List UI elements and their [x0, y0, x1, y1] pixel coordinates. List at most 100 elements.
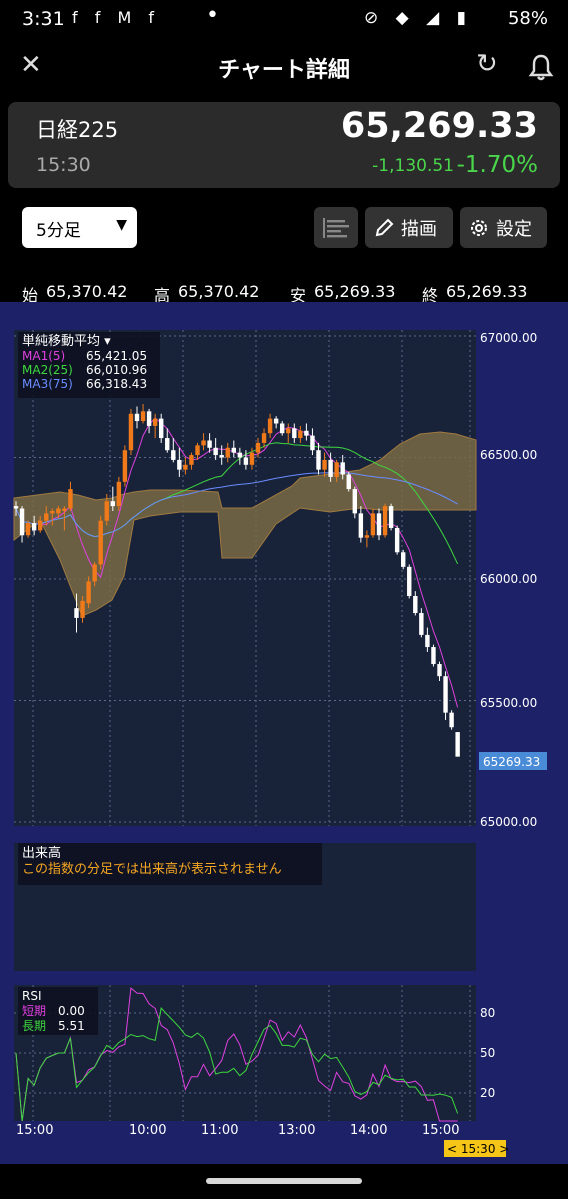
- candle-body: [165, 438, 170, 451]
- time-label-6: 15:00: [422, 1123, 459, 1138]
- signal-icons: ⊘ ◆ ◢ ▮: [364, 8, 472, 28]
- candle-body: [19, 508, 25, 536]
- chart-type-button[interactable]: [314, 207, 358, 248]
- settings-button[interactable]: 設定: [460, 207, 547, 248]
- ma2-value: 66,010.96: [86, 363, 147, 377]
- rsi-long-value: 5.51: [58, 1019, 85, 1033]
- notification-icons: f f M f: [72, 8, 160, 27]
- price-tick-4: 65500.00: [480, 696, 537, 710]
- rsi-long-label: 長期: [22, 1019, 46, 1033]
- candle-body: [74, 608, 79, 618]
- candle-body: [171, 450, 176, 460]
- current-price-label: 65269.33: [483, 755, 540, 769]
- candle-body: [13, 506, 19, 509]
- reload-icon[interactable]: ↻: [476, 49, 498, 79]
- battery-percent: 58%: [507, 8, 548, 29]
- open-value: 65,370.42: [46, 282, 128, 301]
- app-bar: ✕ チャート詳細 ↻: [0, 40, 568, 96]
- candle-body: [376, 513, 382, 536]
- candle-body: [358, 513, 364, 538]
- candle-body: [44, 513, 49, 521]
- candle-body: [213, 447, 218, 456]
- candle-body: [286, 428, 291, 434]
- time-label-3: 11:00: [201, 1123, 238, 1138]
- candle-body: [38, 520, 43, 531]
- candle-body: [261, 433, 267, 443]
- candle-body: [388, 506, 394, 528]
- candle-body: [443, 676, 448, 713]
- time-label-1: 15:00: [16, 1123, 53, 1138]
- bell-icon[interactable]: [526, 52, 556, 82]
- draw-button[interactable]: 描画: [365, 207, 453, 248]
- candle-body: [364, 535, 370, 538]
- chart-area[interactable]: 単純移動平均 ▾ MA1(5) 65,421.05 MA2(25) 66,010…: [0, 302, 568, 1164]
- chart-svg[interactable]: 単純移動平均 ▾ MA1(5) 65,421.05 MA2(25) 66,010…: [0, 302, 568, 1164]
- ma1-value: 65,421.05: [86, 349, 147, 363]
- quote-panel: 日経225 15:30 65,269.33 -1,130.51 -1.70%: [8, 102, 560, 188]
- candle-body: [370, 513, 376, 536]
- candle-body: [280, 423, 285, 434]
- candle-body: [310, 435, 315, 451]
- candle-body: [68, 489, 73, 509]
- index-name: 日経225: [36, 118, 119, 142]
- candle-body: [255, 442, 261, 453]
- interval-label: 5分足: [36, 221, 81, 241]
- candle-body: [225, 447, 230, 458]
- status-time: 3:31: [22, 8, 65, 30]
- volume-title: 出来高: [22, 845, 61, 861]
- candle-body: [159, 418, 164, 439]
- interval-select[interactable]: 5分足 ▼: [22, 207, 137, 248]
- candle-body: [183, 464, 188, 470]
- dropdown-arrow-icon: ▼: [116, 217, 127, 233]
- candle-body: [122, 450, 128, 482]
- candle-body: [177, 459, 182, 470]
- candle-body: [304, 430, 309, 436]
- candle-body: [292, 428, 297, 439]
- candle-body: [152, 418, 158, 426]
- price-tick-1: 67000.00: [480, 331, 537, 345]
- rsi-title: RSI: [22, 989, 42, 1003]
- candle-body: [334, 462, 339, 477]
- candle-body: [401, 552, 406, 567]
- candle-body: [243, 457, 249, 465]
- settings-label: 設定: [496, 219, 532, 240]
- rsi-tick-80: 80: [480, 1006, 495, 1020]
- home-indicator[interactable]: [206, 1178, 362, 1184]
- candle-body: [431, 647, 436, 665]
- indicator-title[interactable]: 単純移動平均 ▾: [22, 333, 111, 349]
- candle-body: [110, 501, 115, 507]
- candle-body: [195, 445, 200, 456]
- candle-body: [140, 411, 146, 422]
- rsi-tick-20: 20: [480, 1086, 495, 1100]
- candle-body: [455, 732, 460, 757]
- candle-body: [425, 634, 430, 648]
- candle-body: [134, 413, 140, 422]
- candle-body: [50, 510, 55, 514]
- rsi-short-value: 0.00: [58, 1004, 85, 1018]
- ma3-value: 66,318.43: [86, 377, 147, 391]
- pencil-icon: [375, 218, 394, 237]
- candle-body: [98, 520, 103, 565]
- price-change-percent: -1.70%: [456, 152, 538, 178]
- candle-body: [189, 455, 194, 465]
- rsi-tick-50: 50: [480, 1046, 495, 1060]
- candle-body: [449, 712, 454, 728]
- price-tick-2: 66500.00: [480, 448, 537, 462]
- ma1-label: MA1(5): [22, 349, 65, 363]
- candle-body: [104, 501, 109, 521]
- ma3-label: MA3(75): [22, 377, 73, 391]
- low-value: 65,269.33: [314, 282, 396, 301]
- candle-body: [237, 452, 243, 458]
- candle-body: [249, 452, 255, 465]
- candle-body: [419, 613, 424, 635]
- candle-body: [267, 418, 273, 434]
- candle-body: [316, 450, 321, 470]
- price-change: -1,130.51: [372, 156, 454, 176]
- candle-body: [31, 523, 37, 531]
- candle-body: [322, 459, 327, 470]
- high-value: 65,370.42: [178, 282, 260, 301]
- candle-body: [56, 508, 61, 514]
- candle-body: [346, 474, 351, 490]
- current-price: 65,269.33: [340, 106, 538, 146]
- price-tick-3: 66000.00: [480, 572, 537, 586]
